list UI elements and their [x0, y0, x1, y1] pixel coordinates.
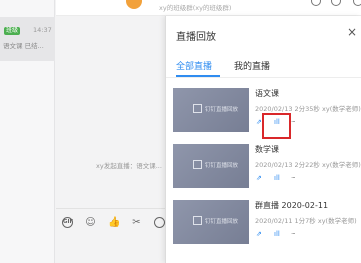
header-icon[interactable] [331, 0, 341, 6]
replay-title: 语文课 [255, 89, 279, 98]
replay-meta: 2020/02/11 1分7秒 xy(数学老师) [255, 217, 357, 225]
scissors-icon[interactable]: ✂ [131, 217, 142, 228]
replay-thumbnail[interactable]: 钉钉直播回放 [173, 144, 249, 188]
thumbnail-logo: 钉钉直播回放 [193, 104, 238, 113]
chat-preview: 语文课 已结... [3, 42, 44, 50]
tab-my-live[interactable]: 我的直播 [234, 59, 270, 72]
share-icon[interactable]: ⇗ [256, 174, 262, 182]
chat-list-item[interactable] [0, 17, 55, 61]
chat-time: 14:37 [33, 26, 52, 34]
replay-item[interactable]: 钉钉直播回放 数学课 2020/02/13 2分22秒 xy(数学老师) ⇗ ı… [173, 144, 361, 188]
more-icon[interactable]: ··· [291, 174, 296, 182]
group-avatar[interactable] [126, 0, 142, 9]
highlight-box [262, 113, 291, 139]
replay-title: 数学课 [255, 145, 279, 154]
stats-icon[interactable]: ıll [274, 174, 280, 182]
thumbnail-logo: 钉钉直播回放 [193, 160, 238, 169]
replay-thumbnail[interactable]: 钉钉直播回放 [173, 88, 249, 132]
close-icon[interactable]: × [347, 26, 357, 38]
emoji-icon[interactable]: ☺ [85, 217, 96, 228]
thumbnail-logo: 钉钉直播回放 [193, 216, 238, 225]
chat-list: 班级 14:37 语文课 已结... [0, 0, 55, 263]
tab-divider [166, 77, 361, 78]
share-icon[interactable]: ⇗ [256, 230, 262, 238]
stats-icon[interactable]: ıll [274, 230, 280, 238]
system-message: xy发起直播：语文课... [96, 162, 162, 170]
replay-title: 群直播 2020-02-11 [255, 201, 329, 210]
thumbs-up-icon[interactable]: 👍 [108, 217, 120, 228]
replay-meta: 2020/02/13 2分35秒 xy(数学老师) [255, 105, 361, 113]
chat-header: xy的班级群(xy的班级群) [56, 0, 361, 16]
group-name: xy的班级群(xy的班级群) [159, 4, 232, 12]
more-tools-icon[interactable] [154, 217, 165, 228]
gif-icon[interactable]: GIF [62, 217, 73, 228]
header-icon[interactable] [353, 0, 361, 6]
class-tag: 班级 [4, 27, 21, 35]
share-icon[interactable]: ⇗ [256, 118, 262, 126]
tab-all-live[interactable]: 全部直播 [176, 59, 212, 72]
panel-title: 直播回放 [176, 32, 216, 43]
more-icon[interactable]: ··· [291, 230, 296, 238]
replay-item[interactable]: 钉钉直播回放 群直播 2020-02-11 2020/02/11 1分7秒 xy… [173, 200, 361, 244]
replay-thumbnail[interactable]: 钉钉直播回放 [173, 200, 249, 244]
live-replay-panel: 直播回放 × 全部直播 我的直播 钉钉直播回放 语文课 2020/02/13 2… [165, 16, 361, 263]
more-icon[interactable]: ··· [291, 118, 296, 126]
header-icon[interactable] [311, 0, 321, 6]
replay-meta: 2020/02/13 2分22秒 xy(数学老师) [255, 161, 361, 169]
